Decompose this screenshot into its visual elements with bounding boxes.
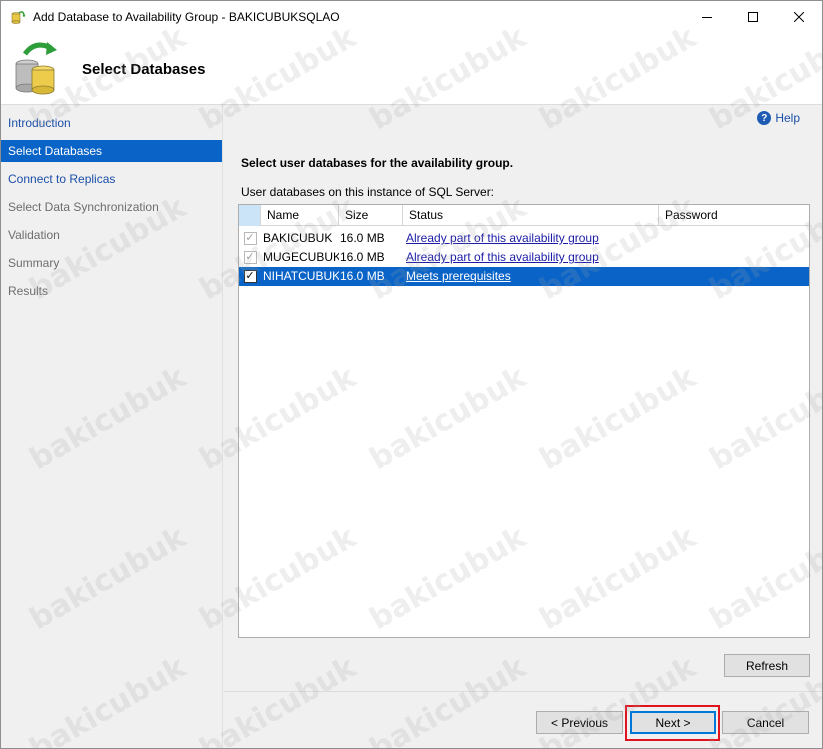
database-status-link[interactable]: Already part of this availability group xyxy=(406,250,599,264)
next-button[interactable]: Next > xyxy=(630,711,716,734)
database-name: MUGECUBUK xyxy=(263,250,339,264)
grid-label: User databases on this instance of SQL S… xyxy=(241,185,495,199)
wizard-window: Add Database to Availability Group - BAK… xyxy=(0,0,823,749)
database-status-cell: Already part of this availability group xyxy=(403,248,659,267)
minimize-button[interactable] xyxy=(684,1,730,32)
column-header-password[interactable]: Password xyxy=(659,205,809,226)
close-icon xyxy=(794,11,804,22)
database-status-cell: Already part of this availability group xyxy=(403,229,659,248)
nav-item-validation: Validation xyxy=(8,228,60,242)
row-checkbox[interactable]: ✓ xyxy=(243,270,257,283)
database-size: 16.0 MB xyxy=(340,231,385,245)
database-size: 16.0 MB xyxy=(340,269,385,283)
footer-separator xyxy=(224,691,822,692)
database-name: NIHATCUBUK xyxy=(263,269,339,283)
column-header-status[interactable]: Status xyxy=(403,205,659,226)
database-status-link[interactable]: Meets prerequisites xyxy=(406,269,511,283)
maximize-button[interactable] xyxy=(730,1,776,32)
row-checkbox: ✓ xyxy=(243,232,257,245)
database-status-cell: Meets prerequisites xyxy=(403,267,659,286)
row-checkbox-cell: ✓ xyxy=(239,229,261,248)
grid-header: Name Size Status Password xyxy=(239,205,809,226)
help-label: Help xyxy=(775,111,800,125)
help-link[interactable]: ? Help xyxy=(757,111,800,125)
wizard-nav: Introduction Select Databases Connect to… xyxy=(1,106,223,748)
previous-button[interactable]: < Previous xyxy=(536,711,623,734)
table-row[interactable]: ✓ BAKICUBUK 16.0 MB Already part of this… xyxy=(239,229,809,248)
page-title: Select Databases xyxy=(82,61,206,78)
help-icon: ? xyxy=(757,111,772,125)
row-checkbox: ✓ xyxy=(243,251,257,264)
app-icon xyxy=(10,9,26,25)
refresh-button[interactable]: Refresh xyxy=(724,654,810,677)
database-name: BAKICUBUK xyxy=(263,231,333,245)
title-bar: Add Database to Availability Group - BAK… xyxy=(1,1,822,32)
nav-item-select-databases[interactable]: Select Databases xyxy=(1,140,222,162)
cancel-button[interactable]: Cancel xyxy=(722,711,809,734)
table-row-selected[interactable]: ✓ NIHATCUBUK 16.0 MB Meets prerequisites xyxy=(239,267,809,286)
minimize-icon xyxy=(702,16,712,18)
database-wizard-icon xyxy=(13,40,63,96)
window-controls xyxy=(684,1,822,32)
wizard-header: Select Databases xyxy=(1,32,822,105)
wizard-content: ? Help Select user databases for the ava… xyxy=(224,106,822,748)
window-title: Add Database to Availability Group - BAK… xyxy=(33,9,340,24)
database-size: 16.0 MB xyxy=(340,250,385,264)
database-status-link[interactable]: Already part of this availability group xyxy=(406,231,599,245)
nav-item-results: Results xyxy=(8,284,49,298)
instruction-text: Select user databases for the availabili… xyxy=(241,156,514,170)
column-header-size[interactable]: Size xyxy=(339,205,403,226)
close-button[interactable] xyxy=(776,1,822,32)
row-checkbox-cell: ✓ xyxy=(239,267,261,286)
table-row[interactable]: ✓ MUGECUBUK 16.0 MB Already part of this… xyxy=(239,248,809,267)
select-all-column-header[interactable] xyxy=(239,205,261,226)
nav-item-connect-to-replicas[interactable]: Connect to Replicas xyxy=(1,168,222,190)
nav-item-select-data-synchronization: Select Data Synchronization xyxy=(8,200,159,214)
databases-grid: Name Size Status Password ✓ BAKICUBUK 16… xyxy=(238,204,810,638)
maximize-icon xyxy=(748,11,758,22)
nav-item-summary: Summary xyxy=(8,256,60,270)
column-header-name[interactable]: Name xyxy=(261,205,339,226)
nav-item-introduction[interactable]: Introduction xyxy=(1,112,222,134)
row-checkbox-cell: ✓ xyxy=(239,248,261,267)
